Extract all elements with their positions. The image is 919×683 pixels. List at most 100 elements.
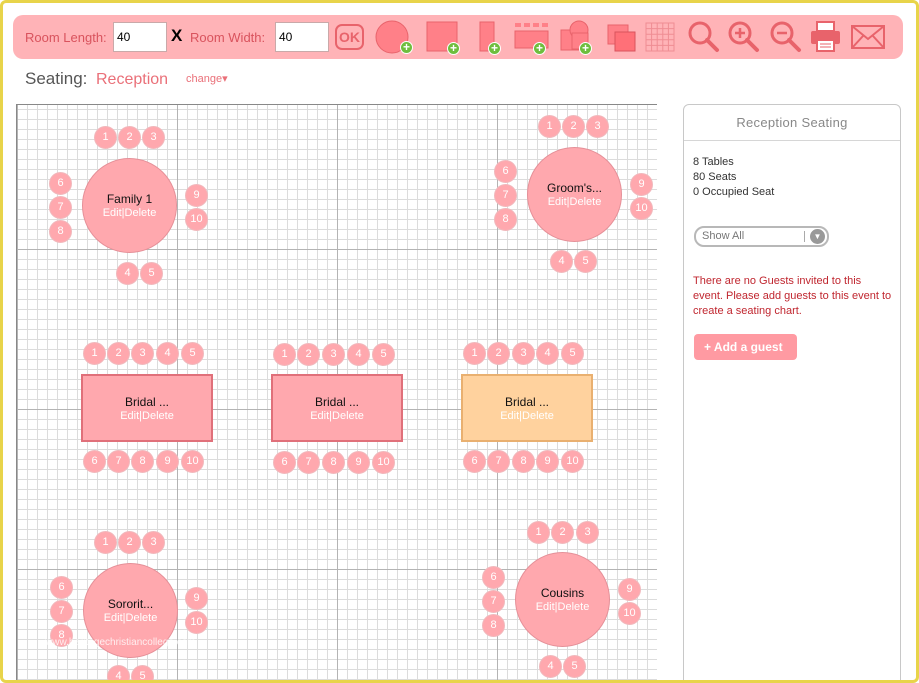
- seat-cousins-8[interactable]: 8: [482, 614, 505, 637]
- seat-bridal3-1[interactable]: 1: [463, 342, 486, 365]
- add-square-table-button[interactable]: +: [425, 19, 463, 55]
- zoom-button[interactable]: [685, 19, 723, 55]
- seat-family1-7[interactable]: 7: [49, 196, 72, 219]
- seat-grooms-8[interactable]: 8: [494, 208, 517, 231]
- seat-grooms-5[interactable]: 5: [574, 250, 597, 273]
- add-rect-table-button[interactable]: +: [476, 19, 514, 55]
- seat-grooms-2[interactable]: 2: [562, 115, 585, 138]
- seat-sorority-2[interactable]: 2: [118, 531, 141, 554]
- delete-table-link[interactable]: Delete: [558, 601, 590, 613]
- delete-table-link[interactable]: Delete: [142, 410, 174, 422]
- delete-table-link[interactable]: Delete: [332, 410, 364, 422]
- seat-family1-6[interactable]: 6: [49, 172, 72, 195]
- seat-bridal3-9[interactable]: 9: [536, 450, 559, 473]
- duplicate-button[interactable]: [604, 19, 642, 55]
- seat-sorority-6[interactable]: 6: [50, 576, 73, 599]
- seat-bridal3-6[interactable]: 6: [463, 450, 486, 473]
- change-event-link[interactable]: change▾: [186, 72, 228, 85]
- seat-grooms-9[interactable]: 9: [630, 173, 653, 196]
- seat-bridal1-3[interactable]: 3: [131, 342, 154, 365]
- seat-cousins-9[interactable]: 9: [618, 578, 641, 601]
- seat-family1-3[interactable]: 3: [142, 126, 165, 149]
- seat-bridal2-4[interactable]: 4: [347, 343, 370, 366]
- add-guest-button[interactable]: + Add a guest: [694, 334, 797, 360]
- seat-cousins-4[interactable]: 4: [539, 655, 562, 678]
- add-mixed-tables-button[interactable]: +: [559, 19, 597, 55]
- edit-table-link[interactable]: Edit: [536, 601, 555, 613]
- zoom-in-button[interactable]: [725, 19, 763, 55]
- seat-bridal1-4[interactable]: 4: [156, 342, 179, 365]
- seat-grooms-10[interactable]: 10: [630, 197, 653, 220]
- email-button[interactable]: [850, 19, 888, 55]
- seat-bridal3-5[interactable]: 5: [561, 342, 584, 365]
- seat-bridal1-9[interactable]: 9: [156, 450, 179, 473]
- seat-grooms-6[interactable]: 6: [494, 160, 517, 183]
- seat-bridal1-1[interactable]: 1: [83, 342, 106, 365]
- edit-table-link[interactable]: Edit: [120, 410, 139, 422]
- seat-bridal2-10[interactable]: 10: [372, 451, 395, 474]
- seat-bridal1-8[interactable]: 8: [131, 450, 154, 473]
- seat-cousins-3[interactable]: 3: [576, 521, 599, 544]
- grid-toggle-button[interactable]: [643, 19, 681, 55]
- ok-button[interactable]: OK: [335, 24, 364, 50]
- seat-grooms-3[interactable]: 3: [586, 115, 609, 138]
- seat-grooms-1[interactable]: 1: [538, 115, 561, 138]
- seat-grooms-4[interactable]: 4: [550, 250, 573, 273]
- seat-bridal2-8[interactable]: 8: [322, 451, 345, 474]
- seat-bridal1-7[interactable]: 7: [107, 450, 130, 473]
- seat-cousins-2[interactable]: 2: [551, 521, 574, 544]
- seat-bridal3-8[interactable]: 8: [512, 450, 535, 473]
- seat-family1-2[interactable]: 2: [118, 126, 141, 149]
- edit-table-link[interactable]: Edit: [310, 410, 329, 422]
- seat-sorority-3[interactable]: 3: [142, 531, 165, 554]
- seat-bridal1-10[interactable]: 10: [181, 450, 204, 473]
- seat-cousins-10[interactable]: 10: [618, 602, 641, 625]
- seat-sorority-1[interactable]: 1: [94, 531, 117, 554]
- seat-family1-9[interactable]: 9: [185, 184, 208, 207]
- delete-table-link[interactable]: Delete: [125, 207, 157, 219]
- seat-sorority-10[interactable]: 10: [185, 611, 208, 634]
- room-length-input[interactable]: [113, 22, 167, 52]
- seat-family1-10[interactable]: 10: [185, 208, 208, 231]
- print-button[interactable]: [808, 19, 846, 55]
- seat-cousins-6[interactable]: 6: [482, 566, 505, 589]
- edit-table-link[interactable]: Edit: [104, 612, 123, 624]
- edit-table-link[interactable]: Edit: [103, 207, 122, 219]
- table-cousins[interactable]: Cousins Edit|Delete: [515, 552, 610, 647]
- seat-bridal2-1[interactable]: 1: [273, 343, 296, 366]
- guest-filter-dropdown[interactable]: Show All ▼: [694, 226, 829, 247]
- seat-grooms-7[interactable]: 7: [494, 184, 517, 207]
- seat-bridal3-3[interactable]: 3: [512, 342, 535, 365]
- seat-bridal2-5[interactable]: 5: [372, 343, 395, 366]
- table-family1[interactable]: Family 1 Edit|Delete: [82, 158, 177, 253]
- add-round-table-button[interactable]: +: [374, 19, 413, 55]
- seat-bridal3-2[interactable]: 2: [487, 342, 510, 365]
- seat-bridal3-10[interactable]: 10: [561, 450, 584, 473]
- seat-bridal1-6[interactable]: 6: [83, 450, 106, 473]
- table-grooms[interactable]: Groom's... Edit|Delete: [527, 147, 622, 242]
- seat-family1-1[interactable]: 1: [94, 126, 117, 149]
- seat-cousins-7[interactable]: 7: [482, 590, 505, 613]
- delete-table-link[interactable]: Delete: [570, 196, 602, 208]
- table-bridal1[interactable]: Bridal ... Edit|Delete: [81, 374, 213, 442]
- seat-bridal2-3[interactable]: 3: [322, 343, 345, 366]
- seat-family1-4[interactable]: 4: [116, 262, 139, 285]
- seat-cousins-5[interactable]: 5: [563, 655, 586, 678]
- seat-family1-8[interactable]: 8: [49, 220, 72, 243]
- seat-bridal3-7[interactable]: 7: [487, 450, 510, 473]
- edit-table-link[interactable]: Edit: [500, 410, 519, 422]
- delete-table-link[interactable]: Delete: [522, 410, 554, 422]
- seat-sorority-4[interactable]: 4: [107, 665, 130, 680]
- seat-family1-5[interactable]: 5: [140, 262, 163, 285]
- zoom-out-button[interactable]: [767, 19, 805, 55]
- seat-cousins-1[interactable]: 1: [527, 521, 550, 544]
- seat-bridal2-6[interactable]: 6: [273, 451, 296, 474]
- room-width-input[interactable]: [275, 22, 329, 52]
- edit-table-link[interactable]: Edit: [548, 196, 567, 208]
- seat-sorority-9[interactable]: 9: [185, 587, 208, 610]
- seating-canvas[interactable]: 1 2 3 4 5 6 7 8 9 10 Family 1 Edit|Delete 1 2 3 4 5 6 7 8 9 1…: [16, 104, 657, 680]
- seat-bridal1-2[interactable]: 2: [107, 342, 130, 365]
- table-bridal2[interactable]: Bridal ... Edit|Delete: [271, 374, 403, 442]
- seat-bridal2-2[interactable]: 2: [297, 343, 320, 366]
- add-banquet-table-button[interactable]: +: [513, 19, 551, 55]
